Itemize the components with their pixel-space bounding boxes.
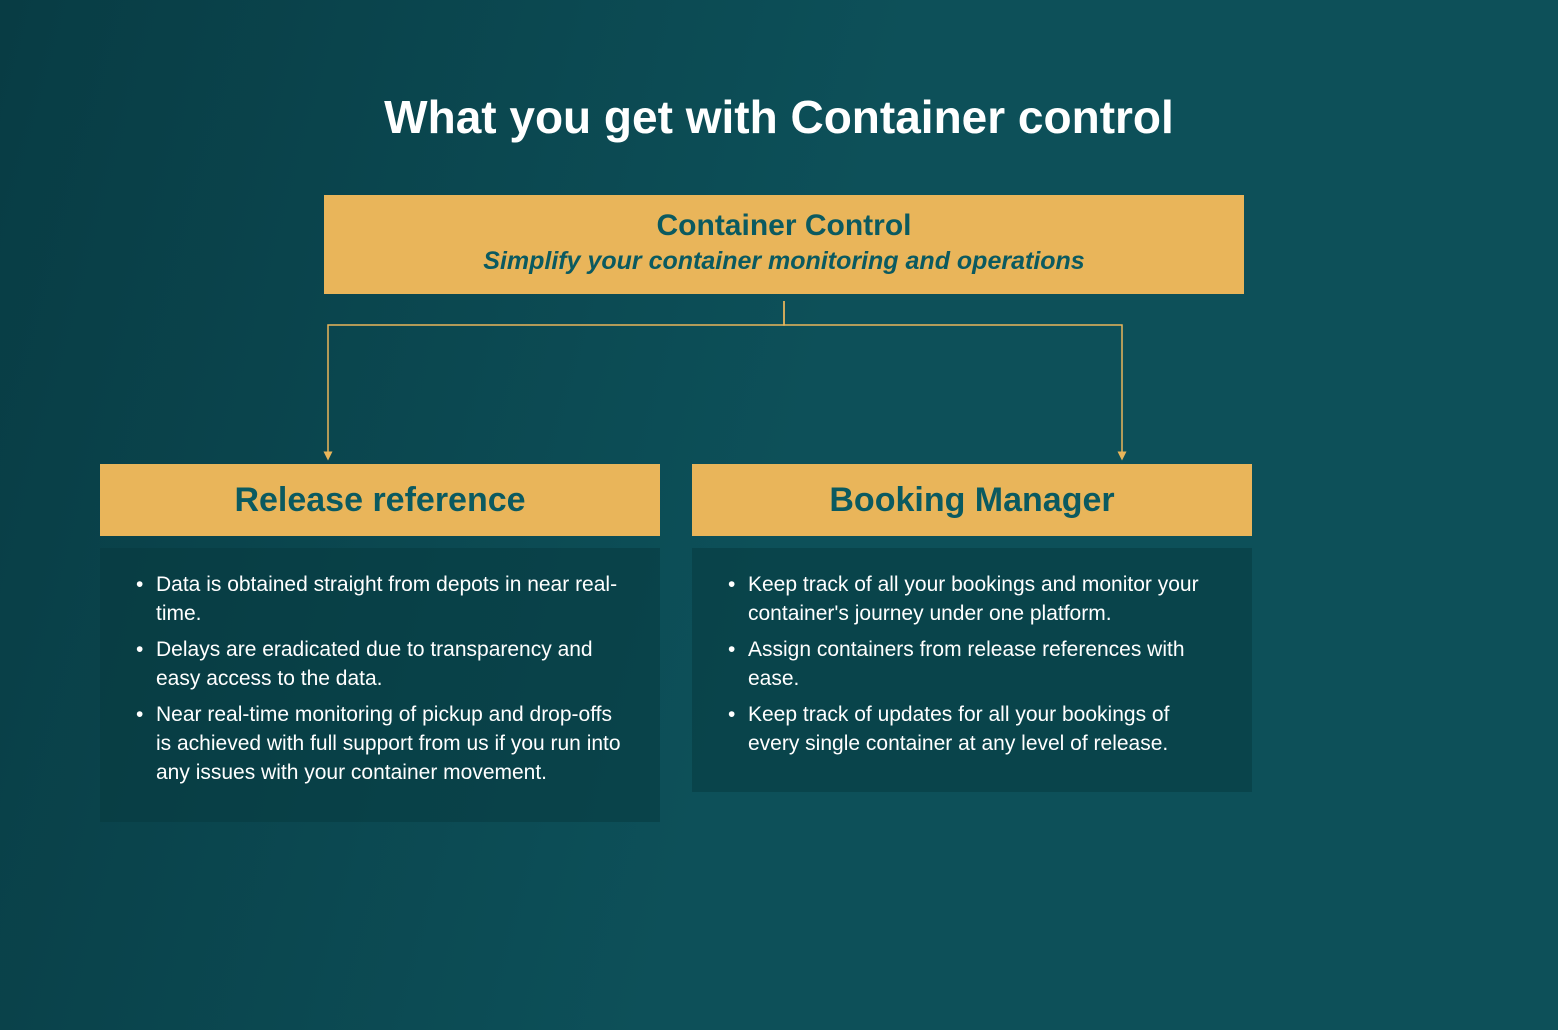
page-title: What you get with Container control: [0, 90, 1558, 144]
diagram-canvas: What you get with Container control Cont…: [0, 0, 1558, 1030]
feature-right-body: Keep track of all your bookings and moni…: [692, 548, 1252, 792]
list-item: Keep track of all your bookings and moni…: [748, 570, 1222, 629]
hero-heading: Container Control: [344, 209, 1224, 243]
feature-right-list: Keep track of all your bookings and moni…: [722, 570, 1222, 758]
feature-left-heading: Release reference: [234, 481, 525, 520]
hero-box: Container Control Simplify your containe…: [324, 195, 1244, 294]
list-item: Near real-time monitoring of pickup and …: [156, 700, 630, 788]
list-item: Assign containers from release reference…: [748, 635, 1222, 694]
hero-subtitle: Simplify your container monitoring and o…: [344, 247, 1224, 276]
list-item: Keep track of updates for all your booki…: [748, 700, 1222, 759]
feature-left-header: Release reference: [100, 464, 660, 536]
feature-left-list: Data is obtained straight from depots in…: [130, 570, 630, 788]
feature-left-body: Data is obtained straight from depots in…: [100, 548, 660, 822]
feature-right-header: Booking Manager: [692, 464, 1252, 536]
feature-right-heading: Booking Manager: [829, 481, 1114, 520]
list-item: Data is obtained straight from depots in…: [156, 570, 630, 629]
list-item: Delays are eradicated due to transparenc…: [156, 635, 630, 694]
connector-lines: [0, 301, 1558, 471]
